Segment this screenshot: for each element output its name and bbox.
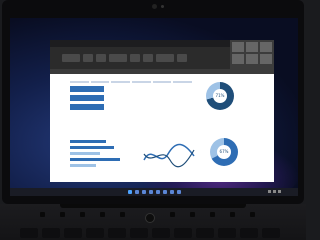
- bar: [70, 164, 96, 167]
- vent: [100, 212, 105, 217]
- spreadsheet-grid[interactable]: 71% 67%: [50, 74, 274, 182]
- data-table[interactable]: [70, 80, 193, 111]
- fingerprint-sensor-icon: [145, 213, 155, 223]
- donut-percent-label: 67%: [217, 145, 231, 159]
- horizontal-bar-chart[interactable]: [70, 134, 136, 174]
- bar: [70, 152, 100, 155]
- taskbar: [10, 188, 298, 196]
- keyboard-key: [218, 228, 236, 238]
- keyboard-key: [262, 228, 280, 238]
- webcam-icon: [152, 4, 157, 9]
- taskbar-app-icon[interactable]: [162, 190, 167, 194]
- hinge: [60, 204, 246, 208]
- start-button-icon[interactable]: [127, 190, 132, 194]
- laptop-base: [0, 204, 306, 240]
- window-tile[interactable]: [232, 54, 244, 64]
- donut-chart-top[interactable]: 71%: [206, 82, 234, 110]
- window-tile[interactable]: [232, 42, 244, 52]
- ribbon-group[interactable]: [96, 54, 106, 62]
- keyboard-key: [64, 228, 82, 238]
- bar: [70, 140, 106, 143]
- row-label: [70, 94, 104, 101]
- taskbar-app-icon[interactable]: [155, 190, 160, 194]
- taskbar-app-icon[interactable]: [169, 190, 174, 194]
- vent: [230, 212, 235, 217]
- screen-bezel: 71% 67%: [2, 0, 304, 204]
- vent: [190, 212, 195, 217]
- window-tile[interactable]: [260, 42, 272, 52]
- system-tray[interactable]: [268, 189, 292, 195]
- vent: [40, 212, 45, 217]
- ribbon-group[interactable]: [143, 54, 153, 62]
- ribbon-group[interactable]: [156, 54, 174, 62]
- keyboard-key: [152, 228, 170, 238]
- ribbon-group[interactable]: [62, 54, 80, 62]
- row-label: [70, 85, 104, 92]
- keyboard-key: [240, 228, 258, 238]
- desktop-screen: 71% 67%: [10, 18, 298, 196]
- keyboard-key: [196, 228, 214, 238]
- wifi-icon[interactable]: [268, 190, 271, 193]
- line-chart[interactable]: [140, 134, 198, 174]
- table-row[interactable]: [70, 84, 192, 93]
- bar: [70, 158, 120, 161]
- ribbon-group[interactable]: [109, 54, 127, 62]
- keyboard-key: [42, 228, 60, 238]
- webcam-light-icon: [161, 5, 164, 8]
- search-icon[interactable]: [134, 190, 139, 194]
- keyboard-key: [130, 228, 148, 238]
- battery-icon[interactable]: [278, 190, 281, 193]
- vent: [80, 212, 85, 217]
- table-row[interactable]: [70, 93, 192, 102]
- window-tile[interactable]: [246, 42, 258, 52]
- table-row[interactable]: [70, 102, 192, 111]
- bar: [70, 146, 114, 149]
- taskbar-app-icon[interactable]: [176, 190, 181, 194]
- keyboard-key: [108, 228, 126, 238]
- vent: [170, 212, 175, 217]
- vent: [210, 212, 215, 217]
- laptop: 71% 67%: [0, 0, 306, 240]
- donut-chart-bottom[interactable]: 67%: [210, 138, 238, 166]
- ribbon-group[interactable]: [130, 54, 140, 62]
- donut-percent-label: 71%: [213, 89, 227, 103]
- ribbon-group[interactable]: [177, 54, 187, 62]
- window-tile[interactable]: [260, 54, 272, 64]
- task-view-tiles[interactable]: [230, 40, 274, 74]
- keyboard-key: [20, 228, 38, 238]
- taskbar-app-icon[interactable]: [141, 190, 146, 194]
- keyboard-key: [174, 228, 192, 238]
- volume-icon[interactable]: [273, 190, 276, 193]
- excel-window[interactable]: 71% 67%: [50, 40, 274, 182]
- taskbar-app-icon[interactable]: [148, 190, 153, 194]
- vent: [120, 212, 125, 217]
- vent: [60, 212, 65, 217]
- ribbon-group[interactable]: [83, 54, 93, 62]
- vent: [250, 212, 255, 217]
- window-tile[interactable]: [246, 54, 258, 64]
- keyboard-key: [86, 228, 104, 238]
- row-label: [70, 103, 104, 110]
